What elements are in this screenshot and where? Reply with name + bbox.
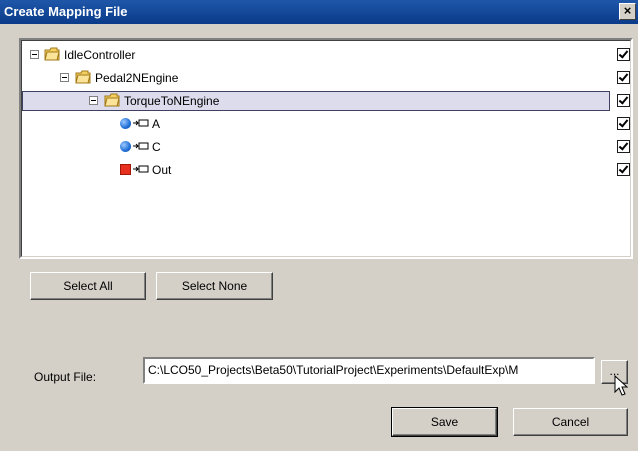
tree-item-port-a[interactable]: A [22,113,630,135]
folder-icon [75,70,91,84]
save-button[interactable]: Save [391,407,498,437]
output-file-label: Output File: [34,370,97,384]
mapping-tree[interactable]: IdleController Pedal2NEngine TorqueToNEn… [19,38,633,259]
select-none-button[interactable]: Select None [156,272,273,300]
folder-icon [104,93,120,107]
save-label: Save [430,415,459,429]
close-button[interactable]: × [619,3,636,20]
select-all-label: Select All [63,279,113,293]
select-none-label: Select None [181,279,248,293]
port-arrow-icon [133,142,149,150]
input-port-icon [120,141,131,152]
port-arrow-icon [133,119,149,127]
tree-item-idlecontroller[interactable]: IdleController [22,44,630,66]
tree-item-checkbox[interactable] [617,117,630,130]
tree-item-checkbox[interactable] [617,94,630,107]
tree-item-torquetonengine[interactable]: TorqueToNEngine [22,90,630,112]
tree-item-checkbox[interactable] [617,48,630,61]
title-bar[interactable]: Create Mapping File × [0,0,638,24]
tree-item-label: Out [152,163,172,177]
tree-item-label: Pedal2NEngine [95,71,179,85]
cancel-button[interactable]: Cancel [513,408,628,436]
select-all-button[interactable]: Select All [30,272,146,300]
window-title: Create Mapping File [4,4,128,19]
tree-item-label: TorqueToNEngine [124,94,220,108]
tree-item-pedal2nengine[interactable]: Pedal2NEngine [22,67,630,89]
tree-item-checkbox[interactable] [617,71,630,84]
collapse-icon[interactable] [30,50,39,59]
create-mapping-file-dialog: Create Mapping File × IdleController Ped… [0,0,638,451]
tree-item-label: C [152,140,161,154]
port-arrow-icon [133,165,149,173]
tree-item-port-c[interactable]: C [22,136,630,158]
collapse-icon[interactable] [60,73,69,82]
input-port-icon [120,118,131,129]
mouse-cursor-icon [614,375,629,396]
close-icon: × [623,3,632,18]
folder-icon [44,47,60,61]
output-port-icon [120,164,131,175]
tree-item-label: A [152,117,161,131]
tree-item-checkbox[interactable] [617,140,630,153]
cancel-label: Cancel [551,415,590,429]
output-file-field[interactable]: C:\LCO50_Projects\Beta50\TutorialProject… [143,357,595,384]
tree-item-label: IdleController [64,48,136,62]
tree-item-checkbox[interactable] [617,163,630,176]
tree-item-port-out[interactable]: Out [22,159,630,181]
collapse-icon[interactable] [89,96,98,105]
